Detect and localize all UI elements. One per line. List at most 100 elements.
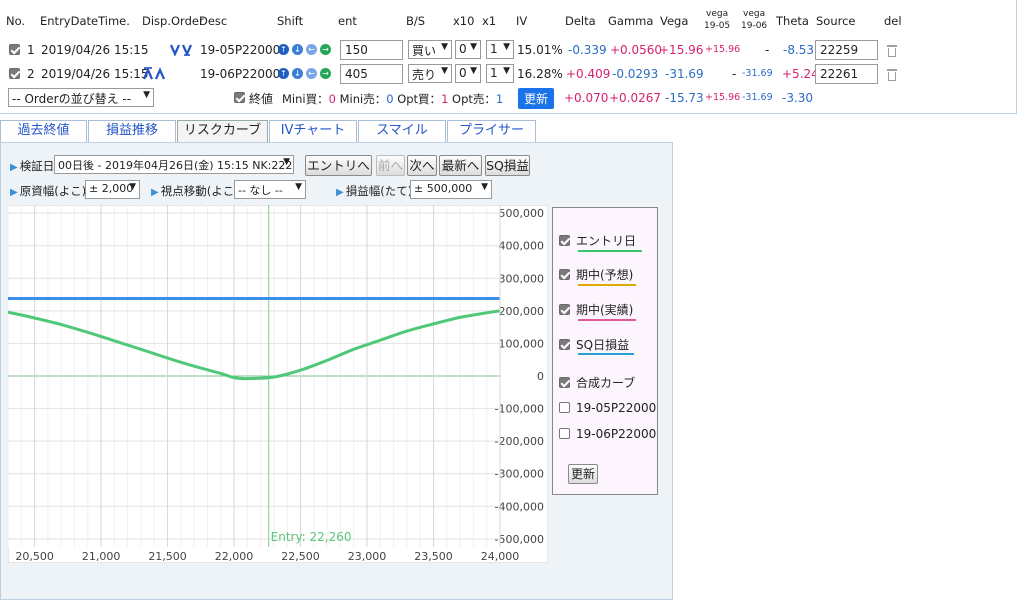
bs-select[interactable]: 売り ▼ [408, 64, 452, 83]
row-iv: 16.28% [517, 67, 563, 81]
row-vega: -31.69 [665, 67, 704, 81]
legend-checkbox[interactable] [559, 304, 570, 315]
row-theta: -8.53 [783, 43, 815, 57]
row-select-checkbox[interactable] [9, 68, 20, 79]
legend-item-entry-day[interactable]: エントリ日 [559, 232, 636, 249]
tab-pricer[interactable]: プライサー [447, 120, 536, 142]
y-tick-label: -300,000 [495, 468, 544, 481]
shift-down-icon[interactable]: ↓ [292, 44, 303, 55]
header-ent: ent [338, 14, 357, 28]
shift-up-icon[interactable]: ↑ [278, 68, 289, 79]
tab-risk-curve[interactable]: リスクカーブ [177, 120, 268, 143]
legend-checkbox[interactable] [559, 428, 570, 439]
row-delta: -0.339 [568, 43, 607, 57]
legend-item-actual[interactable]: 期中(実績) [559, 301, 633, 318]
x-tick-label: 22,000 [215, 550, 254, 563]
header-delta: Delta [565, 14, 596, 28]
prev-button[interactable]: 前へ [376, 155, 405, 176]
shift-down-icon[interactable]: ↓ [292, 68, 303, 79]
ent-input[interactable]: 150 [340, 40, 403, 60]
view-move-select[interactable]: -- なし -- ▼ [234, 180, 306, 199]
x-tick-label: 23,500 [414, 550, 453, 563]
header-entry-date: EntryDateTime. [40, 14, 130, 28]
legend-item-forecast[interactable]: 期中(予想) [559, 266, 633, 283]
y-tick-label: 200,000 [499, 305, 545, 318]
tab-iv-chart[interactable]: IVチャート [269, 120, 357, 142]
legend-line-sq-pl [578, 353, 634, 355]
x10-select[interactable]: 0 ▼ [455, 64, 481, 83]
legend-item-leg1[interactable]: 19-05P22000 [559, 401, 656, 415]
header-disp-order: Disp.Order [142, 14, 204, 28]
tab-past-close[interactable]: 過去終値 [0, 120, 87, 142]
y-tick-label: -100,000 [495, 403, 544, 416]
row-select-checkbox[interactable] [9, 44, 20, 55]
y-tick-label: 300,000 [499, 272, 545, 285]
row-vega-1905: +15.96 [705, 44, 741, 55]
legend-update-button[interactable]: 更新 [568, 464, 598, 484]
shift-right-icon[interactable]: → [320, 68, 331, 79]
x1-select[interactable]: 1 ▼ [486, 40, 514, 59]
asset-width-select[interactable]: ± 2,000 ▼ [85, 180, 140, 199]
total-vega-1906: -31.69 [742, 92, 773, 103]
trash-icon[interactable] [887, 45, 897, 57]
pl-width-label: ▶ 損益幅(たて) [336, 184, 413, 198]
legend-item-sq-pl[interactable]: SQ日損益 [559, 336, 629, 353]
total-vega-1905: +15.96 [705, 92, 741, 103]
latest-button[interactable]: 最新へ [439, 155, 482, 176]
triangle-right-icon: ▶ [10, 162, 18, 173]
source-input[interactable]: 22259 [815, 40, 878, 60]
x1-select[interactable]: 1 ▼ [486, 64, 514, 83]
row-theta: +5.24 [782, 67, 819, 81]
legend-checkbox[interactable] [559, 402, 570, 413]
shift-left-icon[interactable]: ← [306, 68, 317, 79]
header-del: del [884, 14, 902, 28]
verify-date-select[interactable]: 00日後 - 2019年04月26日(金) 15:15 NK:22260 ▼ [54, 155, 294, 174]
x10-select[interactable]: 0 ▼ [455, 40, 481, 59]
tab-smile[interactable]: スマイル [358, 120, 446, 142]
legend-line-forecast [578, 284, 636, 286]
row-delta: +0.409 [566, 67, 611, 81]
double-chevron-up-icon[interactable] [143, 67, 167, 80]
y-tick-label: -400,000 [495, 500, 544, 513]
legend-item-leg2[interactable]: 19-06P22000 [559, 427, 656, 441]
source-input[interactable]: 22261 [815, 64, 878, 84]
tab-pl-trend[interactable]: 損益推移 [88, 120, 176, 142]
entry-marker-label: Entry: 22,260 [271, 530, 352, 544]
ent-input[interactable]: 405 [340, 64, 403, 84]
shift-right-icon[interactable]: → [320, 44, 331, 55]
shift-left-icon[interactable]: ← [306, 44, 317, 55]
legend-checkbox[interactable] [559, 269, 570, 280]
legend-checkbox[interactable] [559, 377, 570, 388]
triangle-right-icon: ▶ [10, 187, 18, 198]
row-vega-1906: - [765, 43, 770, 57]
legend-panel: エントリ日 期中(予想) 期中(実績) SQ日損益 合成カーブ 19-05P22… [552, 207, 658, 495]
row-no: 2 [27, 67, 35, 81]
header-shift: Shift [277, 14, 304, 28]
header-vega-1905: vega 19-05 [704, 9, 731, 31]
update-button[interactable]: 更新 [518, 88, 555, 109]
double-chevron-down-icon[interactable] [170, 44, 194, 56]
legend-item-combined[interactable]: 合成カーブ [559, 374, 635, 391]
shift-up-icon[interactable]: ↑ [278, 44, 289, 55]
row-vega-1906: -31.69 [742, 68, 773, 79]
closing-price-checkbox[interactable] [234, 92, 245, 103]
row-desc: 19-06P22000 [200, 67, 281, 81]
y-tick-label: 500,000 [499, 207, 545, 220]
order-sort-select[interactable]: -- Orderの並び替え -- ▼ [8, 88, 154, 107]
next-button[interactable]: 次へ [407, 155, 437, 176]
y-tick-label: -500,000 [495, 533, 544, 546]
x-tick-label: 20,500 [15, 550, 54, 563]
pl-width-select[interactable]: ± 500,000 ▼ [410, 180, 492, 199]
closing-price-label: 終値 [249, 92, 274, 106]
position-summary: Mini買：0 Mini売：0 Opt買：1 Opt売：1 [282, 92, 504, 106]
go-entry-button[interactable]: エントリへ [305, 155, 372, 176]
trash-icon[interactable] [887, 69, 897, 81]
row-no: 1 [27, 43, 35, 57]
row-entry-date: 2019/04/26 15:15 [41, 67, 149, 81]
row-vega-1905: - [732, 67, 737, 81]
risk-curve-chart[interactable]: 500,000 400,000 300,000 200,000 100,000 0 -100… [8, 205, 548, 563]
bs-select[interactable]: 買い ▼ [408, 40, 452, 59]
legend-checkbox[interactable] [559, 235, 570, 246]
sq-pl-button[interactable]: SQ損益 [485, 155, 530, 176]
legend-checkbox[interactable] [559, 339, 570, 350]
